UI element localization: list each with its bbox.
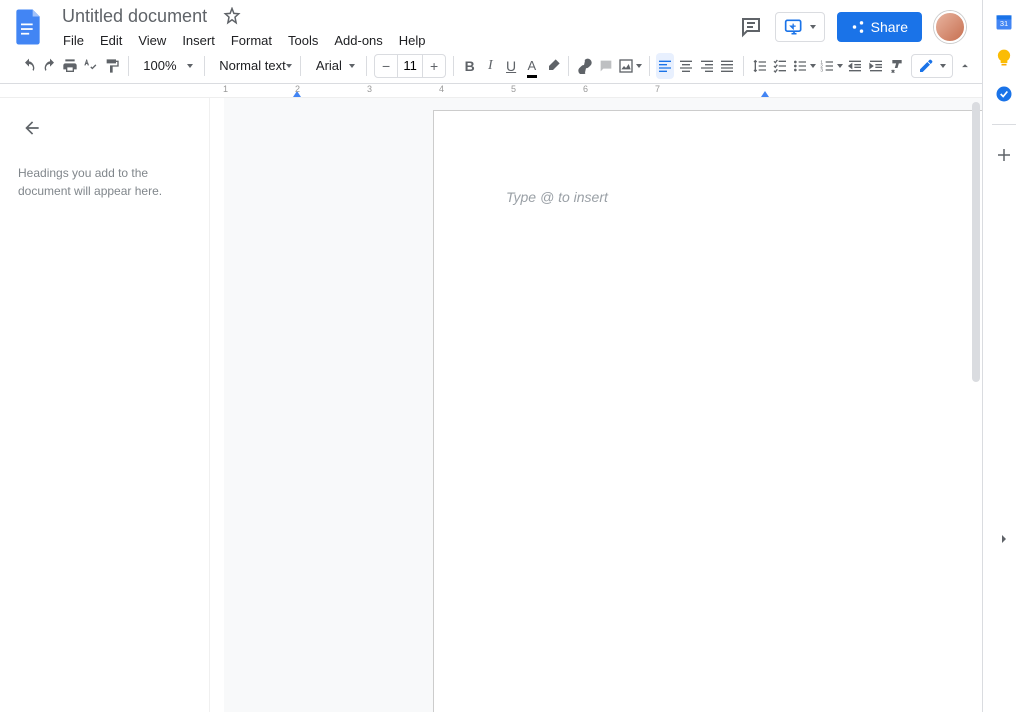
outline-panel: Headings you add to the document will ap… bbox=[0, 98, 210, 712]
paint-format-button[interactable] bbox=[103, 53, 121, 79]
svg-text:3: 3 bbox=[821, 67, 824, 72]
zoom-select[interactable]: 100% bbox=[135, 55, 196, 76]
decrease-indent-button[interactable] bbox=[846, 53, 864, 79]
comment-history-icon[interactable] bbox=[739, 15, 763, 39]
redo-button[interactable] bbox=[41, 53, 59, 79]
header: Untitled document File Edit View Insert … bbox=[0, 0, 982, 48]
chevron-down-icon bbox=[810, 25, 816, 29]
toolbar: 100% Normal text Arial − + B I U A 123 bbox=[0, 48, 982, 84]
italic-button[interactable]: I bbox=[482, 53, 500, 79]
font-size-increase[interactable]: + bbox=[423, 55, 445, 77]
hide-side-panel-button[interactable] bbox=[996, 531, 1012, 552]
collapse-toolbar-button[interactable] bbox=[956, 53, 974, 79]
font-size-input[interactable] bbox=[397, 55, 423, 77]
indent-marker-right[interactable] bbox=[761, 91, 769, 97]
chevron-down-icon bbox=[187, 64, 193, 68]
insert-link-button[interactable] bbox=[576, 53, 594, 79]
close-outline-button[interactable] bbox=[12, 108, 52, 148]
vertical-scrollbar[interactable] bbox=[970, 98, 982, 712]
side-panel: 31 bbox=[982, 0, 1024, 712]
tasks-icon[interactable] bbox=[994, 84, 1014, 104]
share-button[interactable]: Share bbox=[837, 12, 922, 42]
document-placeholder: Type @ to insert bbox=[506, 189, 608, 205]
document-canvas: Type @ to insert bbox=[210, 98, 982, 712]
document-title[interactable]: Untitled document bbox=[56, 4, 213, 29]
document-page[interactable]: Type @ to insert bbox=[433, 110, 982, 712]
add-addon-icon[interactable] bbox=[994, 145, 1014, 165]
undo-button[interactable] bbox=[20, 53, 38, 79]
align-center-button[interactable] bbox=[677, 53, 695, 79]
align-left-button[interactable] bbox=[656, 53, 674, 79]
keep-icon[interactable] bbox=[994, 48, 1014, 68]
font-select[interactable]: Arial bbox=[308, 55, 360, 76]
docs-logo-icon[interactable] bbox=[8, 7, 48, 47]
vertical-ruler[interactable] bbox=[210, 98, 224, 712]
font-size-stepper: − + bbox=[374, 54, 446, 78]
spellcheck-button[interactable] bbox=[82, 53, 100, 79]
chevron-down-icon bbox=[940, 64, 946, 68]
bulleted-list-button[interactable] bbox=[792, 53, 816, 79]
underline-button[interactable]: U bbox=[502, 53, 520, 79]
align-right-button[interactable] bbox=[698, 53, 716, 79]
avatar[interactable] bbox=[934, 11, 966, 43]
chevron-down-icon bbox=[810, 64, 816, 68]
editing-mode-button[interactable] bbox=[911, 54, 953, 78]
outline-empty-text: Headings you add to the document will ap… bbox=[0, 158, 209, 200]
text-color-button[interactable]: A bbox=[523, 53, 541, 79]
chevron-down-icon bbox=[837, 64, 843, 68]
font-size-decrease[interactable]: − bbox=[375, 55, 397, 77]
increase-indent-button[interactable] bbox=[867, 53, 885, 79]
insert-image-button[interactable] bbox=[618, 53, 642, 79]
bold-button[interactable]: B bbox=[461, 53, 479, 79]
numbered-list-button[interactable]: 123 bbox=[819, 53, 843, 79]
star-icon[interactable] bbox=[223, 7, 241, 25]
chevron-down-icon bbox=[286, 64, 292, 68]
print-button[interactable] bbox=[61, 53, 79, 79]
align-justify-button[interactable] bbox=[718, 53, 736, 79]
calendar-icon[interactable]: 31 bbox=[994, 12, 1014, 32]
svg-text:31: 31 bbox=[999, 19, 1007, 28]
share-label: Share bbox=[871, 19, 908, 35]
add-comment-button[interactable] bbox=[597, 53, 615, 79]
chevron-down-icon bbox=[349, 64, 355, 68]
clear-formatting-button[interactable] bbox=[888, 53, 906, 79]
line-spacing-button[interactable] bbox=[751, 53, 769, 79]
horizontal-ruler[interactable]: 1 2 3 4 5 6 7 bbox=[0, 84, 982, 98]
checklist-button[interactable] bbox=[771, 53, 789, 79]
highlight-color-button[interactable] bbox=[544, 53, 562, 79]
present-button[interactable] bbox=[775, 12, 825, 42]
paragraph-style-select[interactable]: Normal text bbox=[211, 55, 293, 76]
chevron-down-icon bbox=[636, 64, 642, 68]
